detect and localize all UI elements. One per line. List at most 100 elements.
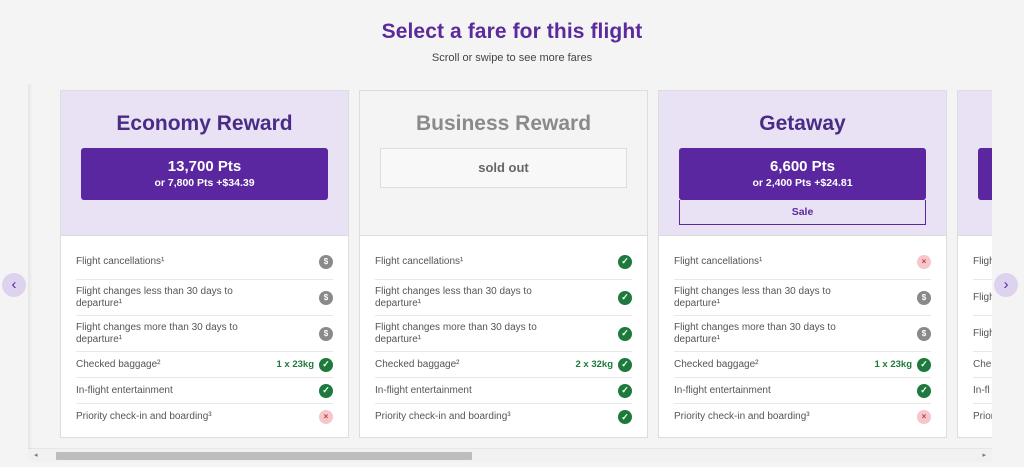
fare-card-business-reward: Business Reward sold out Flight cancella…: [359, 90, 648, 438]
feature-row: Flight cancellations¹ ✓: [375, 244, 632, 280]
dollar-icon: $: [319, 290, 333, 305]
feature-row: Flight cancellations¹ $: [76, 244, 333, 280]
feature-label: Checked baggage²: [674, 358, 759, 370]
feature-label: Priority check-in and boarding³: [76, 411, 212, 422]
carousel-prev-button[interactable]: ‹: [2, 273, 26, 297]
feature-row: Flight changes more than 30 days to depa…: [375, 316, 632, 352]
feature-label: Prior: [973, 411, 992, 422]
select-fare-button[interactable]: [978, 148, 992, 200]
fare-alt-price: or 7,800 Pts +$34.39: [154, 177, 255, 189]
fare-card-header: Business Reward sold out: [360, 91, 647, 236]
feature-label: Fligh: [973, 327, 992, 339]
carousel-next-button[interactable]: ›: [994, 273, 1018, 297]
feature-row: In-fl: [973, 378, 992, 404]
feature-label: In-flight entertainment: [76, 384, 173, 396]
sale-badge: Sale: [679, 200, 926, 225]
feature-row: Priority check-in and boarding³ ✓: [375, 404, 632, 430]
feature-row: Priority check-in and boarding³ ×: [76, 404, 333, 430]
fare-title: Economy Reward: [116, 112, 293, 135]
fare-title: Business Reward: [415, 112, 592, 135]
check-icon: ✓: [618, 410, 632, 424]
feature-row: Checked baggage² 1 x 23kg ✓: [674, 352, 931, 378]
dollar-icon: $: [319, 326, 333, 341]
scroll-right-icon[interactable]: ▸: [982, 451, 986, 459]
fare-card-header: Getaway 6,600 Pts or 2,400 Pts +$24.81 S…: [659, 91, 946, 236]
baggage-allowance: 2 x 32kg: [575, 359, 614, 370]
feature-label: In-fl: [973, 384, 990, 396]
feature-row: Priority check-in and boarding³ ×: [674, 404, 931, 430]
fare-card-getaway: Getaway 6,600 Pts or 2,400 Pts +$24.81 S…: [658, 90, 947, 438]
feature-list: Fligh Fligh Fligh Che In-fl Prior: [958, 236, 992, 430]
fare-card-header: [958, 91, 992, 236]
scrollbar-thumb[interactable]: [56, 452, 472, 460]
fare-points: 13,700 Pts: [167, 158, 242, 175]
feature-row: Flight changes more than 30 days to depa…: [674, 316, 931, 352]
feature-list: Flight cancellations¹ ✓ Flight changes le…: [360, 236, 647, 430]
fare-carousel[interactable]: Economy Reward 13,700 Pts or 7,800 Pts +…: [28, 84, 992, 449]
feature-label: Fligh: [973, 255, 992, 267]
check-icon: ✓: [618, 357, 632, 372]
feature-label: Checked baggage²: [375, 358, 460, 370]
check-icon: ✓: [618, 383, 632, 398]
feature-label: Flight changes less than 30 days to depa…: [375, 285, 532, 309]
feature-label: In-flight entertainment: [375, 384, 472, 396]
feature-list: Flight cancellations¹ × Flight changes le…: [659, 236, 946, 430]
feature-label: Flight changes more than 30 days to depa…: [375, 321, 537, 345]
check-icon: ✓: [618, 326, 632, 341]
check-icon: ✓: [917, 383, 931, 398]
feature-row: Fligh: [973, 244, 992, 280]
feature-label: Flight changes more than 30 days to depa…: [76, 321, 238, 345]
feature-row: In-flight entertainment ✓: [76, 378, 333, 404]
dollar-icon: $: [917, 290, 931, 305]
feature-row: Fligh: [973, 316, 992, 352]
fare-card-economy-reward: Economy Reward 13,700 Pts or 7,800 Pts +…: [60, 90, 349, 438]
feature-row: Fligh: [973, 280, 992, 316]
cross-icon: ×: [917, 410, 931, 424]
feature-row: Flight changes more than 30 days to depa…: [76, 316, 333, 352]
fare-alt-price: or 2,400 Pts +$24.81: [752, 177, 853, 189]
fare-selection-header: Select a fare for this flight Scroll or …: [0, 20, 1024, 64]
page-subtitle: Scroll or swipe to see more fares: [431, 52, 593, 64]
feature-row: Flight cancellations¹ ×: [674, 244, 931, 280]
feature-row: Checked baggage² 1 x 23kg ✓: [76, 352, 333, 378]
feature-label: Flight changes more than 30 days to depa…: [674, 321, 836, 345]
feature-label: Flight changes less than 30 days to depa…: [76, 285, 233, 309]
fare-card-partial: Fligh Fligh Fligh Che In-fl Prior: [957, 90, 992, 438]
page-title: Select a fare for this flight: [381, 20, 643, 43]
feature-label: In-flight entertainment: [674, 384, 771, 396]
feature-label: Fligh: [973, 291, 992, 303]
feature-label: Flight changes less than 30 days to depa…: [674, 285, 831, 309]
feature-row: Checked baggage² 2 x 32kg ✓: [375, 352, 632, 378]
feature-row: Flight changes less than 30 days to depa…: [76, 280, 333, 316]
feature-label: Che: [973, 358, 992, 370]
feature-row: Flight changes less than 30 days to depa…: [674, 280, 931, 316]
horizontal-scrollbar[interactable]: ◂ ▸: [28, 448, 992, 462]
dollar-icon: $: [917, 326, 931, 341]
feature-row: In-flight entertainment ✓: [375, 378, 632, 404]
fare-points: 6,600 Pts: [769, 158, 836, 175]
baggage-allowance: 1 x 23kg: [874, 359, 913, 370]
check-icon: ✓: [618, 254, 632, 269]
check-icon: ✓: [618, 290, 632, 305]
dollar-icon: $: [319, 254, 333, 269]
baggage-allowance: 1 x 23kg: [276, 359, 315, 370]
cross-icon: ×: [319, 410, 333, 424]
feature-row: Prior: [973, 404, 992, 430]
feature-row: In-flight entertainment ✓: [674, 378, 931, 404]
feature-list: Flight cancellations¹ $ Flight changes le…: [61, 236, 348, 430]
scroll-left-icon[interactable]: ◂: [34, 451, 38, 459]
feature-label: Priority check-in and boarding³: [375, 411, 511, 422]
select-economy-reward-button[interactable]: 13,700 Pts or 7,800 Pts +$34.39: [81, 148, 328, 200]
feature-row: Flight changes less than 30 days to depa…: [375, 280, 632, 316]
feature-label: Flight cancellations¹: [375, 255, 464, 267]
feature-label: Priority check-in and boarding³: [674, 411, 810, 422]
sold-out-indicator: sold out: [380, 148, 627, 188]
fare-title: Getaway: [759, 112, 846, 135]
feature-row: Che: [973, 352, 992, 378]
feature-label: Flight cancellations¹: [76, 255, 165, 267]
check-icon: ✓: [319, 383, 333, 398]
check-icon: ✓: [917, 357, 931, 372]
select-getaway-button[interactable]: 6,600 Pts or 2,400 Pts +$24.81: [679, 148, 926, 200]
feature-label: Checked baggage²: [76, 358, 161, 370]
check-icon: ✓: [319, 357, 333, 372]
